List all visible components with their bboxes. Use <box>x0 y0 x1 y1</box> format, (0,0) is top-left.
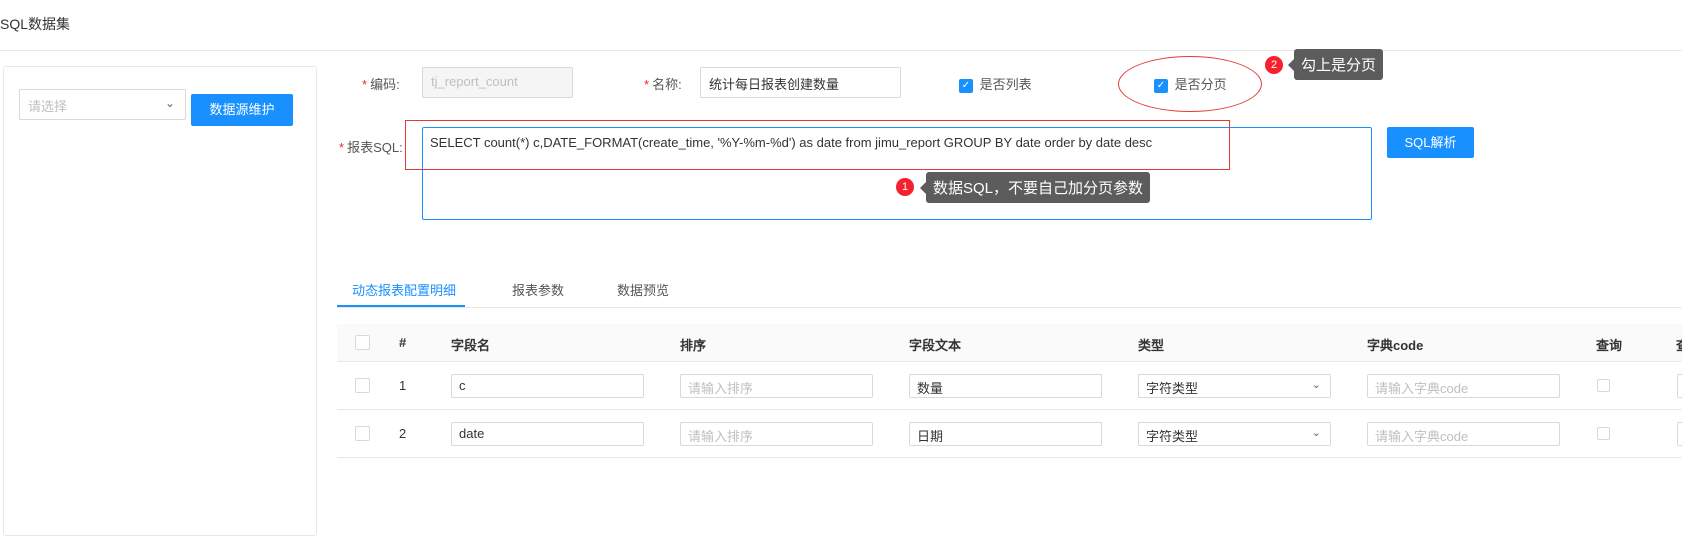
checkbox-checked-icon: ✓ <box>1154 78 1168 93</box>
sql-parse-button[interactable]: SQL解析 <box>1387 127 1474 158</box>
annotation-badge-2: 2 <box>1265 56 1283 74</box>
is-list-checkbox[interactable]: ✓ 是否列表 <box>959 74 1032 93</box>
tab-report-params[interactable]: 报表参数 <box>512 280 564 299</box>
header-divider <box>0 50 1682 51</box>
is-list-label: 是否列表 <box>979 77 1032 92</box>
column-header-type: 类型 <box>1138 338 1165 353</box>
field-text-input[interactable]: 日期 <box>909 422 1102 446</box>
table-header <box>337 324 1682 362</box>
dict-code-input[interactable]: 请输入字典code <box>1367 374 1560 398</box>
type-select[interactable]: 字符类型 ⌄ <box>1138 422 1331 446</box>
row-index: 2 <box>399 426 407 441</box>
chevron-down-icon: ⌄ <box>1311 427 1321 439</box>
field-name-input[interactable]: date <box>451 422 644 446</box>
tab-data-preview[interactable]: 数据预览 <box>617 280 669 299</box>
select-placeholder: 请选择 <box>28 99 68 114</box>
tabs-divider <box>337 307 1682 308</box>
name-input[interactable]: 统计每日报表创建数量 <box>700 67 901 98</box>
tab-active-indicator <box>337 305 465 307</box>
type-select-value: 字符类型 <box>1146 429 1199 444</box>
query-checkbox[interactable] <box>1597 379 1610 392</box>
datasource-select[interactable]: 请选择 ⌄ <box>19 89 186 120</box>
column-header-clipped: 查 <box>1676 335 1682 354</box>
field-text-input[interactable]: 数量 <box>909 374 1102 398</box>
order-input[interactable]: 请输入排序 <box>680 374 873 398</box>
row-index: 1 <box>399 378 407 393</box>
annotation-sql-box <box>405 120 1230 170</box>
column-header-query: 查询 <box>1596 338 1623 353</box>
column-header-dict: 字典code <box>1367 338 1424 353</box>
chevron-down-icon: ⌄ <box>1311 379 1321 391</box>
select-all-checkbox[interactable] <box>355 335 370 350</box>
code-label: * 编码: <box>362 77 400 92</box>
name-label: * 名称: <box>644 77 682 92</box>
annotation-badge-1: 1 <box>896 178 914 196</box>
column-header-text: 字段文本 <box>909 338 962 353</box>
type-select-value: 字符类型 <box>1146 381 1199 396</box>
dict-code-input[interactable]: 请输入字典code <box>1367 422 1560 446</box>
chevron-down-icon: ⌄ <box>164 96 175 110</box>
checkbox-checked-icon: ✓ <box>959 78 973 93</box>
annotation-tooltip-2: 勾上是分页 <box>1287 49 1384 80</box>
order-input[interactable]: 请输入排序 <box>680 422 873 446</box>
type-select[interactable]: 字符类型 ⌄ <box>1138 374 1331 398</box>
row-checkbox[interactable] <box>355 426 370 441</box>
tab-config-detail[interactable]: 动态报表配置明细 <box>352 280 456 299</box>
clipped-input[interactable] <box>1677 374 1682 398</box>
code-input[interactable]: tj_report_count <box>422 67 573 98</box>
clipped-input[interactable] <box>1677 422 1682 446</box>
datasource-maintain-button[interactable]: 数据源维护 <box>191 94 293 126</box>
column-header-field: 字段名 <box>451 338 491 353</box>
column-header-order: 排序 <box>680 338 707 353</box>
page-title: SQL数据集 <box>0 16 71 32</box>
is-page-checkbox[interactable]: ✓ 是否分页 <box>1154 74 1227 93</box>
field-name-input[interactable]: c <box>451 374 644 398</box>
column-header-index: # <box>399 335 407 350</box>
is-page-label: 是否分页 <box>1174 77 1227 92</box>
query-checkbox[interactable] <box>1597 427 1610 440</box>
sql-label: * 报表SQL: <box>339 140 403 155</box>
datasource-panel <box>3 66 317 536</box>
annotation-tooltip-1: 数据SQL，不要自己加分页参数 <box>919 172 1151 203</box>
row-checkbox[interactable] <box>355 378 370 393</box>
